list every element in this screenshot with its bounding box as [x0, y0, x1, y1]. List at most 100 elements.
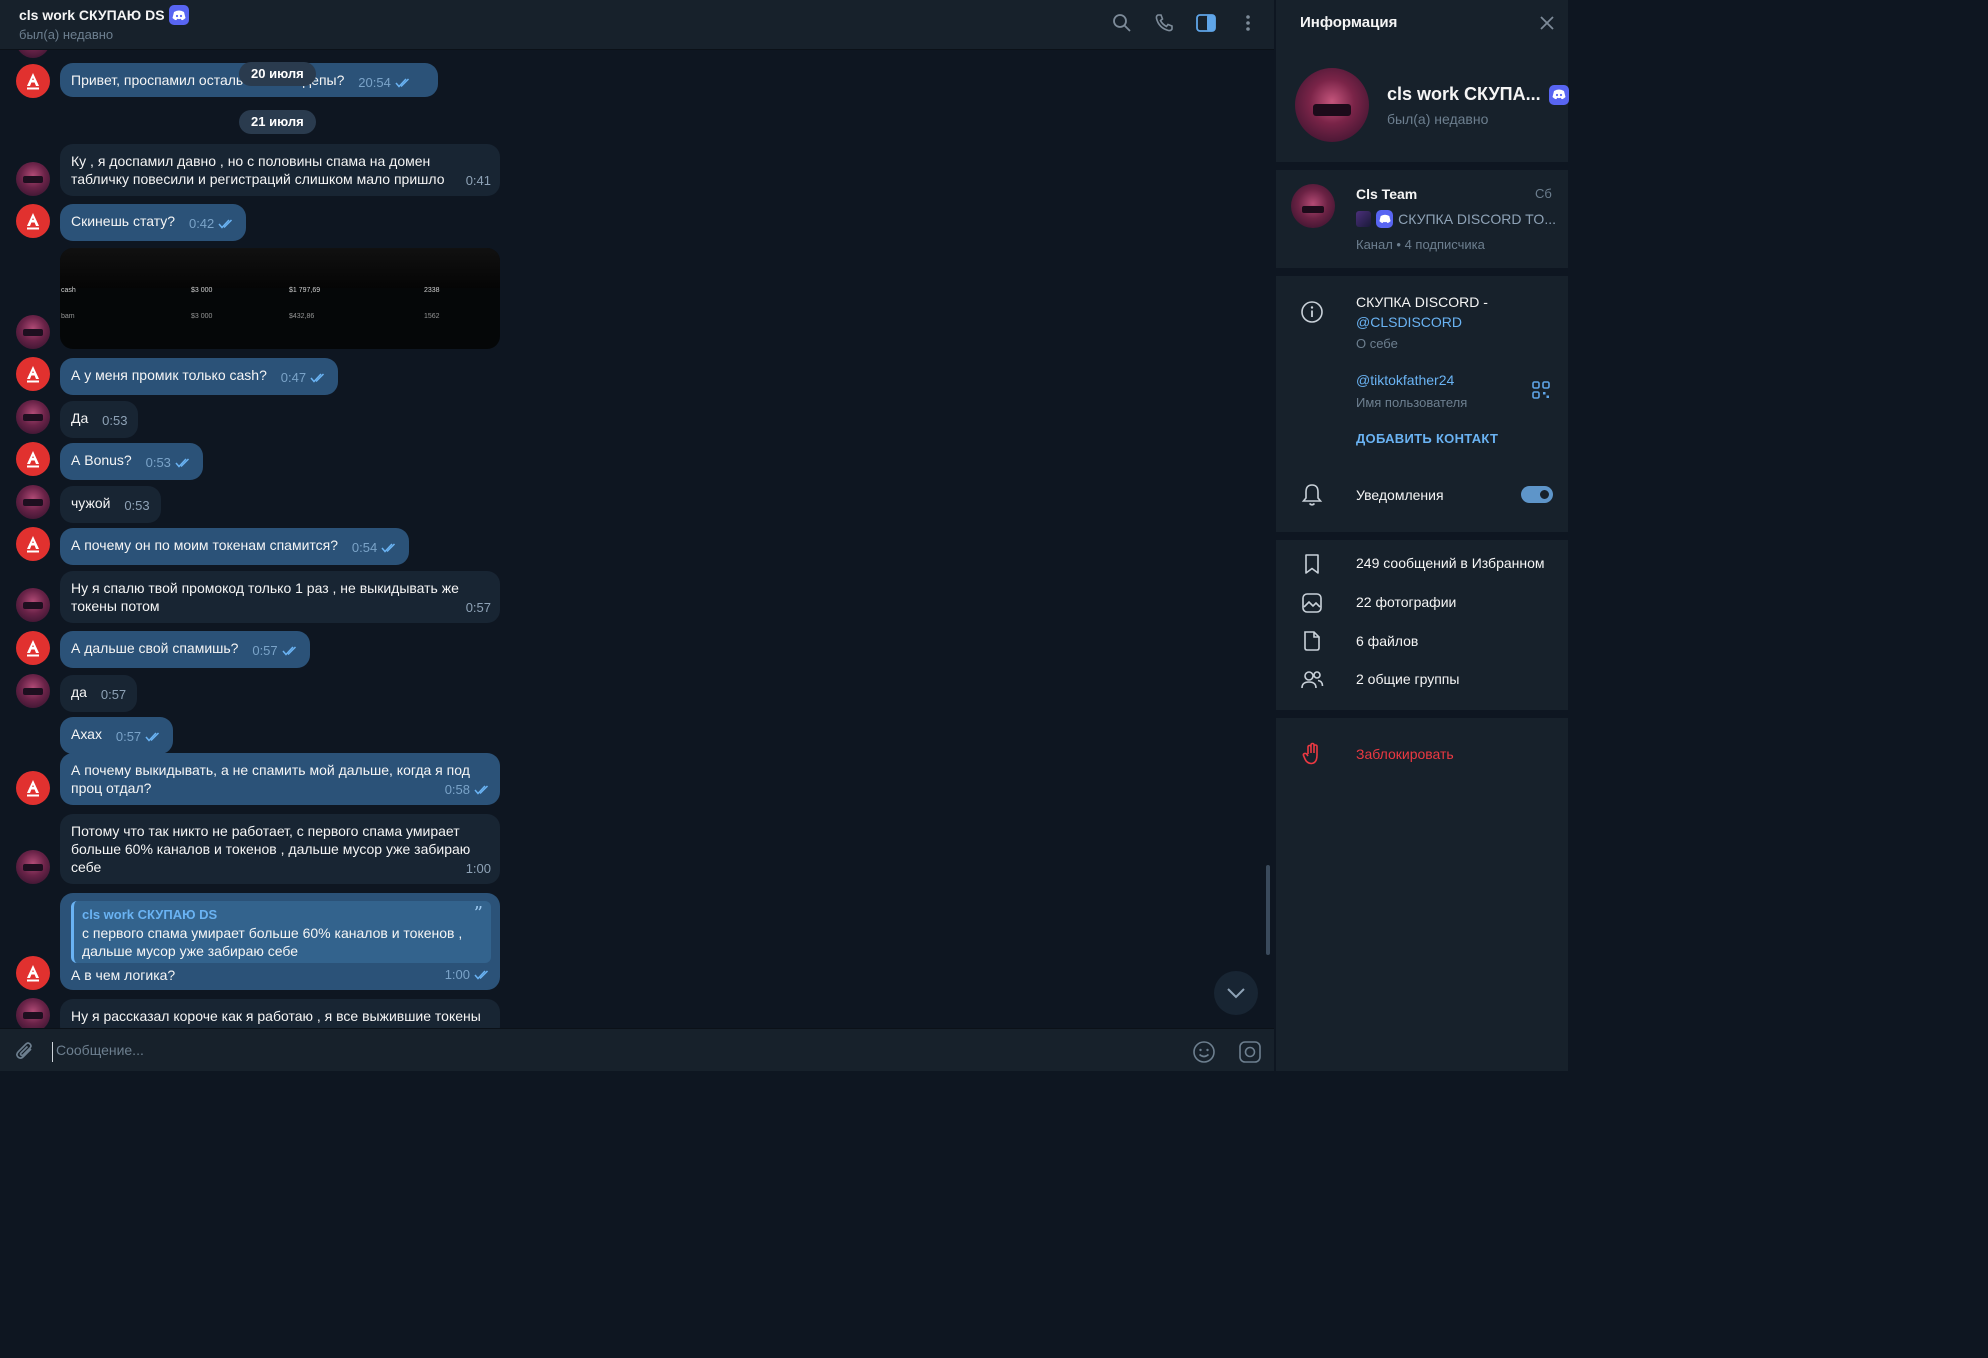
channel-subtitle: Канал • 4 подписчика — [1356, 237, 1485, 252]
avatar[interactable] — [16, 850, 50, 884]
divider — [1276, 710, 1568, 718]
message-text: Да — [71, 410, 89, 426]
search-icon[interactable] — [1110, 11, 1134, 35]
avatar[interactable] — [16, 674, 50, 708]
bookmark-icon — [1300, 552, 1324, 576]
add-contact-button[interactable]: ДОБАВИТЬ КОНТАКТ — [1356, 431, 1498, 446]
message-bubble[interactable]: Ахах 0:57 — [60, 717, 174, 754]
reply-quote[interactable]: cls work СКУПАЮ DS с первого спама умира… — [71, 901, 491, 963]
info-panel: Информация cls work СКУПА... был(а) неда… — [1276, 0, 1569, 1071]
read-check-icon — [474, 970, 489, 980]
hand-stop-icon — [1300, 742, 1324, 766]
scroll-down-button[interactable] — [1214, 971, 1258, 1015]
date-separator: 21 июля — [239, 110, 316, 134]
avatar[interactable] — [16, 771, 50, 805]
discord-emoji-icon — [1548, 84, 1569, 105]
message-text: Ну я спалю твой промокод только 1 раз , … — [71, 580, 459, 614]
message-bubble[interactable]: А почему выкидывать, а не спамить мой да… — [60, 753, 500, 805]
chat-area: cls work СКУПАЮ DS был(а) недавно Привет… — [0, 0, 1274, 1071]
avatar[interactable] — [16, 64, 50, 98]
profile-name: cls work СКУПА... — [1387, 84, 1569, 105]
avatar[interactable] — [16, 527, 50, 561]
message-text: Ну я рассказал короче как я работаю , я … — [71, 1008, 481, 1024]
avatar[interactable] — [16, 956, 50, 990]
notifications-label: Уведомления — [1356, 487, 1444, 503]
message-time: 0:57 — [115, 729, 142, 744]
message-composer[interactable]: Сообщение... — [0, 1028, 1274, 1071]
message-time: 0:57 — [252, 643, 278, 658]
read-check-icon — [474, 785, 489, 795]
message-bubble[interactable]: Ну я рассказал короче как я работаю , я … — [60, 999, 500, 1028]
channel-avatar — [1291, 184, 1335, 228]
qr-code-icon[interactable] — [1532, 381, 1550, 404]
message-bubble[interactable]: А у меня промик только cash? 0:47 — [60, 358, 339, 395]
reply-author: cls work СКУПАЮ DS — [82, 907, 218, 922]
message-bubble[interactable]: А дальше свой спамишь? 0:57 — [60, 631, 310, 668]
message-bubble[interactable]: Да 0:53 — [60, 401, 139, 438]
read-check-icon — [381, 543, 396, 553]
avatar[interactable] — [16, 204, 50, 238]
message-bubble[interactable]: чужой 0:53 — [60, 486, 161, 523]
avatar[interactable] — [16, 400, 50, 434]
chat-header[interactable]: cls work СКУПАЮ DS был(а) недавно — [0, 0, 1274, 50]
info-icon — [1300, 300, 1324, 324]
message-time: 1:00 — [444, 967, 470, 982]
photo-icon — [1300, 591, 1324, 615]
message-bubble[interactable]: cls work СКУПАЮ DS с первого спама умира… — [60, 893, 500, 990]
message-bubble[interactable]: Ку , я доспамил давно , но с половины сп… — [60, 144, 500, 196]
close-icon[interactable] — [1538, 14, 1556, 37]
saved-messages-label: 249 сообщений в Избранном — [1356, 555, 1545, 571]
message-text: А дальше свой спамишь? — [71, 640, 239, 656]
message-bubble[interactable]: да 0:57 — [60, 675, 138, 712]
divider — [1276, 268, 1568, 276]
photo-message[interactable]: cash $3 000 $1 797,69 2338 bam $3 000 $4… — [60, 248, 500, 349]
message-input[interactable]: Сообщение... — [52, 1042, 1052, 1062]
quote-icon: ” — [473, 903, 483, 924]
message-list[interactable]: Привет, проспамил осталь депы? 20:54 20 … — [0, 50, 1274, 1028]
paperclip-icon[interactable] — [14, 1040, 36, 1067]
message-time: 1:00 — [465, 861, 491, 876]
common-groups-label: 2 общие группы — [1356, 671, 1460, 687]
message-time: 0:58 — [444, 782, 470, 797]
read-check-icon — [218, 219, 233, 229]
avatar[interactable] — [16, 485, 50, 519]
scrollbar[interactable] — [1266, 865, 1270, 955]
bio-link[interactable]: @CLSDISCORD — [1356, 314, 1462, 330]
message-time: 0:42 — [188, 216, 215, 231]
message-text: да — [71, 684, 87, 700]
message-text: А в чем логика? — [71, 967, 176, 983]
username-link[interactable]: @tiktokfather24 — [1356, 372, 1454, 388]
chat-title[interactable]: cls work СКУПАЮ DS — [19, 5, 189, 25]
date-separator: 20 июля — [239, 62, 316, 86]
avatar[interactable] — [16, 588, 50, 622]
chat-title-text: cls work СКУПАЮ DS — [19, 7, 165, 23]
message-time: 20:54 — [358, 75, 391, 90]
sidebar-toggle-icon[interactable] — [1194, 11, 1218, 35]
avatar[interactable] — [16, 998, 50, 1028]
emoji-icon[interactable] — [1192, 1040, 1216, 1069]
message-bubble[interactable]: Ну я спалю твой промокод только 1 раз , … — [60, 571, 500, 623]
channel-name: Cls Team — [1356, 186, 1418, 202]
chat-status: был(а) недавно — [19, 27, 114, 42]
message-bubble[interactable]: А почему он по моим токенам спамится? 0:… — [60, 528, 410, 565]
message-time: 0:53 — [124, 498, 150, 513]
photos-label: 22 фотографии — [1356, 594, 1457, 610]
chevron-down-icon — [1227, 988, 1245, 999]
notifications-toggle[interactable] — [1521, 486, 1553, 503]
phone-icon[interactable] — [1152, 11, 1176, 35]
camera-icon[interactable] — [1238, 1040, 1262, 1069]
message-bubble[interactable]: Потому что так никто не работает, с перв… — [60, 814, 500, 884]
avatar[interactable] — [16, 442, 50, 476]
message-bubble[interactable]: А Bonus? 0:53 — [60, 443, 203, 480]
more-menu-icon[interactable] — [1236, 11, 1260, 35]
avatar[interactable] — [16, 357, 50, 391]
bio-text: СКУПКА DISCORD - — [1356, 294, 1488, 310]
avatar[interactable] — [16, 315, 50, 349]
avatar[interactable] — [16, 50, 50, 58]
avatar[interactable] — [16, 162, 50, 196]
avatar[interactable] — [16, 631, 50, 665]
read-check-icon — [282, 646, 296, 656]
message-bubble[interactable]: Скинешь стату? 0:42 — [60, 204, 247, 241]
users-icon — [1300, 668, 1324, 692]
profile-avatar[interactable] — [1295, 68, 1369, 142]
